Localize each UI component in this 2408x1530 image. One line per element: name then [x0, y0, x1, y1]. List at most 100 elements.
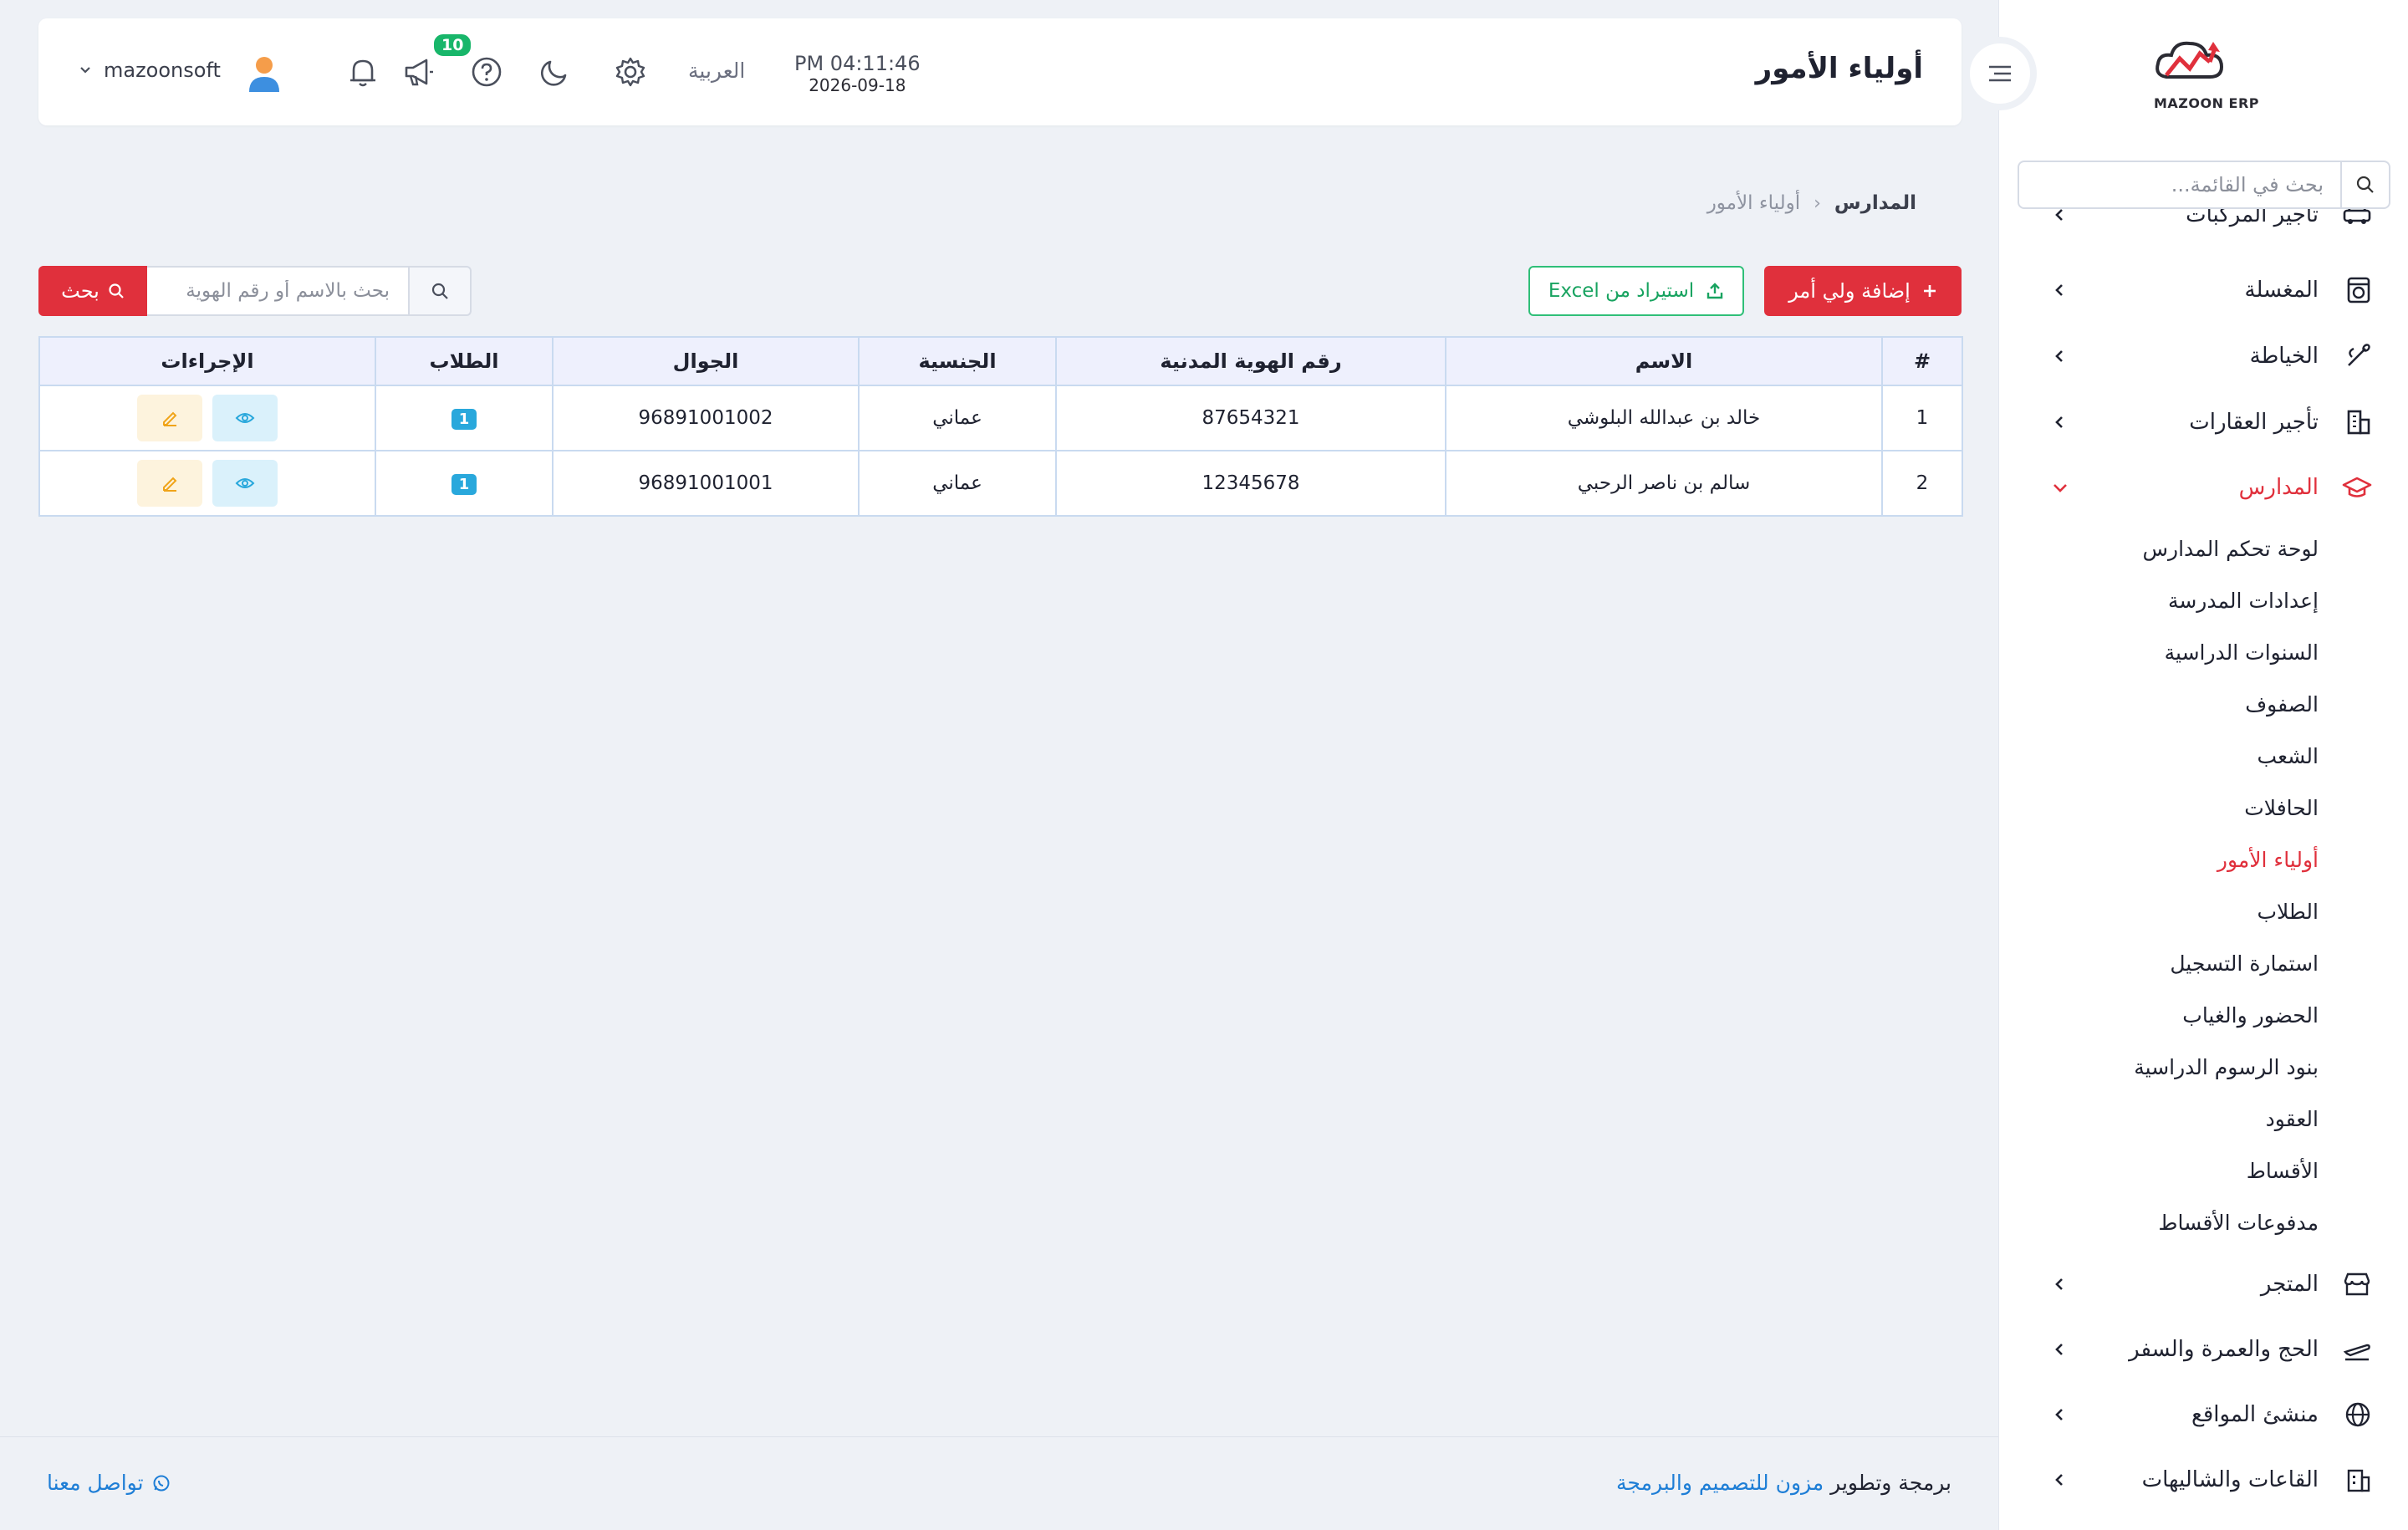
- submenu-schools-dashboard[interactable]: لوحة تحكم المدارس: [2143, 537, 2319, 561]
- sidebar-item-label: تأجير العقارات: [2189, 410, 2319, 435]
- table-row: 1 خالد بن عبدالله البلوشي 87654321 عماني…: [38, 385, 1963, 451]
- washing-machine-icon: [2345, 276, 2372, 304]
- sidebar-search-input[interactable]: [2019, 164, 2340, 206]
- cell-name: خالد بن عبدالله البلوشي: [1445, 385, 1883, 451]
- eye-icon: [235, 413, 255, 423]
- sidebar-item-vehicle-rental[interactable]: تأجير المركبات: [1999, 209, 2408, 244]
- breadcrumb-root[interactable]: المدارس: [1834, 192, 1916, 214]
- submenu-fee-items[interactable]: بنود الرسوم الدراسية: [2134, 1055, 2319, 1079]
- chevron-down-icon: [2051, 479, 2069, 496]
- submenu-grades[interactable]: الصفوف: [2245, 692, 2319, 717]
- sidebar-item-hajj-travel[interactable]: الحج والعمرة والسفر: [1999, 1320, 2408, 1379]
- guardians-table: # الاسم رقم الهوية المدنية الجنسية الجوا…: [38, 336, 1963, 517]
- submenu-sections[interactable]: الشعب: [2258, 744, 2319, 768]
- sidebar-item-laundry[interactable]: المغسلة: [1999, 261, 2408, 319]
- search-button[interactable]: بحث: [38, 266, 147, 316]
- globe-icon: [2344, 1400, 2372, 1429]
- submenu-academic-years[interactable]: السنوات الدراسية: [2165, 640, 2319, 665]
- chevron-left-icon: [2051, 1276, 2068, 1293]
- upload-icon: [1706, 282, 1724, 300]
- sidebar-item-property-rental[interactable]: تأجير العقارات: [1999, 393, 2408, 451]
- submenu-school-settings[interactable]: إعدادات المدرسة: [2168, 589, 2319, 613]
- dark-mode-icon[interactable]: [535, 52, 575, 92]
- cell-nationality: عماني: [858, 450, 1057, 517]
- column-header-index: #: [1881, 336, 1963, 386]
- sidebar-item-label: الحج والعمرة والسفر: [2129, 1337, 2319, 1362]
- announcements-icon[interactable]: [398, 52, 438, 92]
- submenu-registration-form[interactable]: استمارة التسجيل: [2170, 951, 2319, 976]
- notification-count-badge: 10: [431, 32, 474, 59]
- avatar[interactable]: [246, 54, 283, 94]
- contact-us-link[interactable]: تواصل معنا: [47, 1471, 171, 1495]
- language-switch[interactable]: العربية: [688, 59, 745, 83]
- search-icon: [408, 266, 472, 316]
- help-icon[interactable]: [467, 52, 507, 92]
- search-icon: [108, 283, 125, 299]
- sidebar-item-halls-chalets[interactable]: القاعات والشاليهات: [1999, 1451, 2408, 1505]
- chevron-down-icon: [79, 64, 92, 76]
- breadcrumb: المدارس ‹ أولياء الأمور: [1707, 192, 1916, 214]
- footer-credit-prefix: برمجة وتطوير: [1830, 1471, 1951, 1495]
- submenu-contracts[interactable]: العقود: [2266, 1107, 2319, 1131]
- sidebar-item-website-builder[interactable]: منشئ المواقع: [1999, 1385, 2408, 1444]
- sidebar-item-tailoring[interactable]: الخياطة: [1999, 327, 2408, 385]
- column-header-nationality[interactable]: الجنسية: [858, 336, 1057, 386]
- cell-students: 1: [375, 450, 554, 517]
- search-input[interactable]: [147, 266, 408, 316]
- footer-company-link[interactable]: مزون للتصميم والبرمجة: [1616, 1471, 1824, 1495]
- submenu-buses[interactable]: الحافلات: [2244, 796, 2319, 820]
- students-count-badge[interactable]: 1: [451, 473, 477, 495]
- column-header-name[interactable]: الاسم: [1445, 336, 1883, 386]
- sidebar-item-label: منشئ المواقع: [2191, 1402, 2319, 1427]
- building-icon: [2345, 408, 2372, 436]
- store-icon: [2342, 1271, 2372, 1298]
- sidebar-item-label: الخياطة: [2249, 344, 2319, 369]
- submenu-attendance[interactable]: الحضور والغياب: [2182, 1003, 2319, 1028]
- contact-us-label: تواصل معنا: [47, 1471, 144, 1495]
- chevron-left-icon: ‹: [1814, 192, 1821, 214]
- sidebar-item-schools[interactable]: المدارس: [1999, 458, 2408, 517]
- cell-civil-id: 12345678: [1055, 450, 1446, 517]
- username: mazoonsoft: [104, 59, 221, 82]
- footer-credit: برمجة وتطوير مزون للتصميم والبرمجة: [1616, 1471, 1951, 1495]
- column-header-actions: الإجراءات: [38, 336, 376, 386]
- sidebar-toggle-button[interactable]: [1963, 37, 2037, 110]
- sidebar-item-store[interactable]: المتجر: [1999, 1255, 2408, 1313]
- chevron-left-icon: [2051, 414, 2068, 431]
- edit-button[interactable]: [137, 395, 202, 441]
- cell-name: سالم بن ناصر الرحبي: [1445, 450, 1883, 517]
- chevron-left-icon: [2051, 282, 2068, 298]
- chevron-left-icon: [2051, 1341, 2068, 1358]
- whatsapp-icon: [152, 1474, 171, 1492]
- sidebar-item-label: المغسلة: [2244, 278, 2319, 303]
- search-icon[interactable]: [2340, 162, 2389, 207]
- app-logo[interactable]: MAZOON ERP: [2148, 33, 2265, 117]
- column-header-civil-id[interactable]: رقم الهوية المدنية: [1055, 336, 1446, 386]
- import-excel-button[interactable]: استيراد من Excel: [1528, 266, 1744, 316]
- sidebar-item-label: تأجير المركبات: [2186, 209, 2319, 227]
- submenu-installment-payments[interactable]: مدفوعات الأقساط: [2158, 1211, 2319, 1235]
- cell-actions: [38, 385, 376, 451]
- submenu-students[interactable]: الطلاب: [2257, 900, 2319, 924]
- search-group: بحث: [38, 266, 472, 316]
- submenu-installments[interactable]: الأقساط: [2247, 1159, 2319, 1183]
- column-header-students[interactable]: الطلاب: [375, 336, 554, 386]
- submenu-guardians[interactable]: أولياء الأمور: [2217, 848, 2319, 872]
- pencil-icon: [163, 477, 177, 492]
- view-button[interactable]: [212, 395, 278, 441]
- cell-students: 1: [375, 385, 554, 451]
- user-menu[interactable]: mazoonsoft: [79, 59, 221, 82]
- sidebar-nav: تأجير المركبات المغسلة الخياطة تأجير الع…: [1999, 209, 2408, 1505]
- pencil-icon: [163, 411, 177, 426]
- footer: برمجة وتطوير مزون للتصميم والبرمجة تواصل…: [0, 1436, 1998, 1530]
- add-guardian-button[interactable]: إضافة ولي أمر: [1764, 266, 1962, 316]
- view-button[interactable]: [212, 460, 278, 507]
- settings-icon[interactable]: [610, 52, 650, 92]
- column-header-mobile[interactable]: الجوال: [552, 336, 860, 386]
- cell-actions: [38, 450, 376, 517]
- students-count-badge[interactable]: 1: [451, 408, 477, 430]
- edit-button[interactable]: [137, 460, 202, 507]
- bell-icon[interactable]: [343, 52, 383, 92]
- clock-time: PM 04:11:46: [794, 52, 921, 75]
- chevron-left-icon: [2051, 348, 2068, 365]
